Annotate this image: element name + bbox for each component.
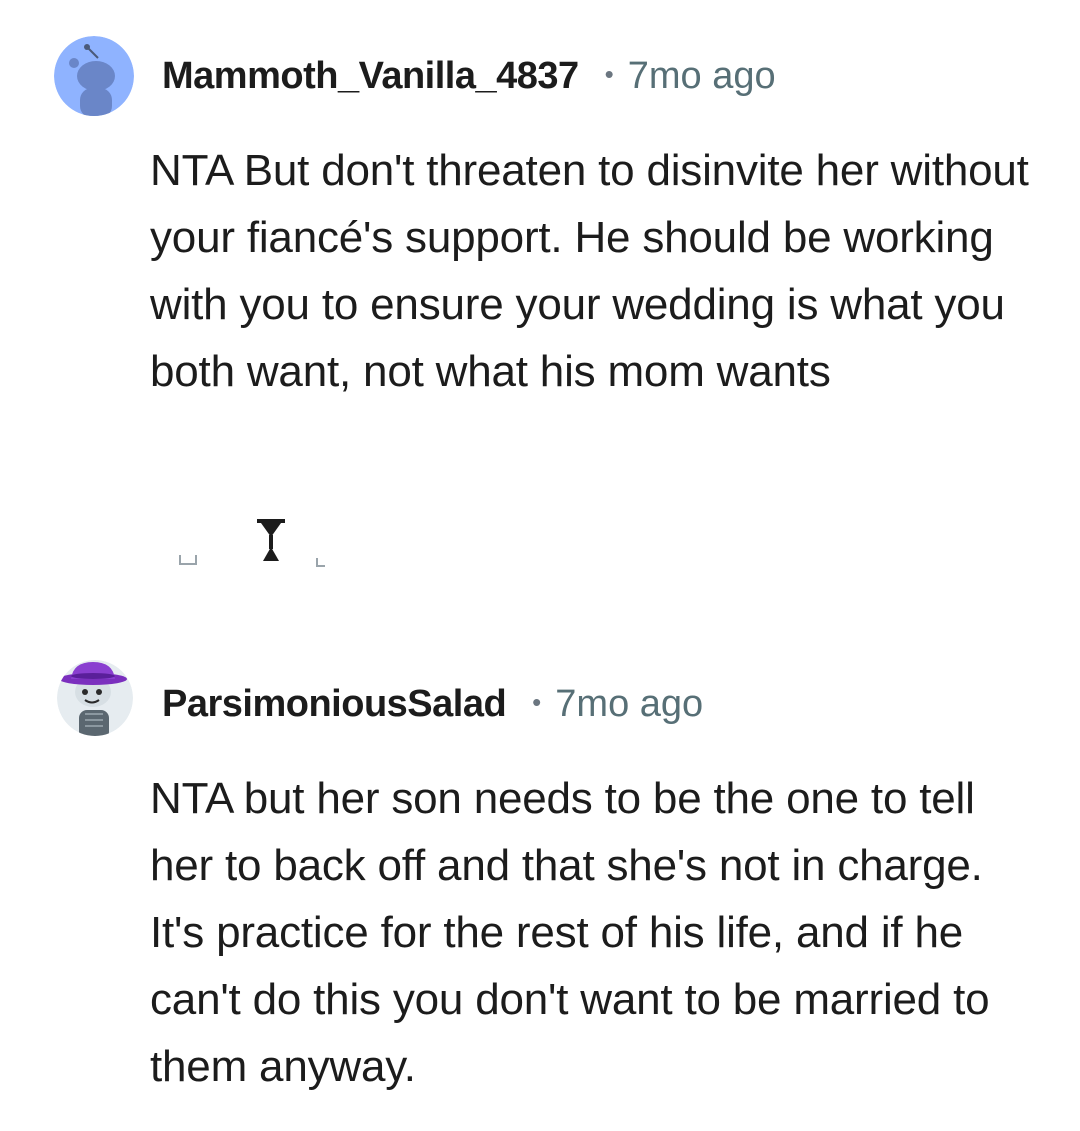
comment-meta: Mammoth_Vanilla_4837 • 7mo ago	[162, 51, 776, 101]
snoo-avatar-icon	[54, 36, 134, 116]
comment-meta: ParsimoniousSalad • 7mo ago	[162, 679, 703, 729]
timestamp: 7mo ago	[555, 682, 704, 725]
user-avatar[interactable]	[57, 660, 133, 736]
user-avatar[interactable]	[54, 36, 134, 116]
separator-dot: •	[604, 58, 614, 89]
timestamp: 7mo ago	[627, 54, 776, 97]
username-link[interactable]: ParsimoniousSalad	[162, 683, 507, 726]
share-icon[interactable]	[316, 555, 326, 573]
comment-body: NTA But don't threaten to disinvite her …	[150, 146, 1029, 396]
username-link[interactable]: Mammoth_Vanilla_4837	[162, 55, 579, 98]
snoo-hat-avatar-icon	[57, 660, 133, 736]
award-icon[interactable]	[255, 519, 287, 568]
comment-action-icons	[175, 515, 375, 568]
reply-icon[interactable]	[178, 553, 198, 571]
separator-dot: •	[532, 686, 542, 717]
comment-body: NTA but her son needs to be the one to t…	[150, 774, 990, 1091]
